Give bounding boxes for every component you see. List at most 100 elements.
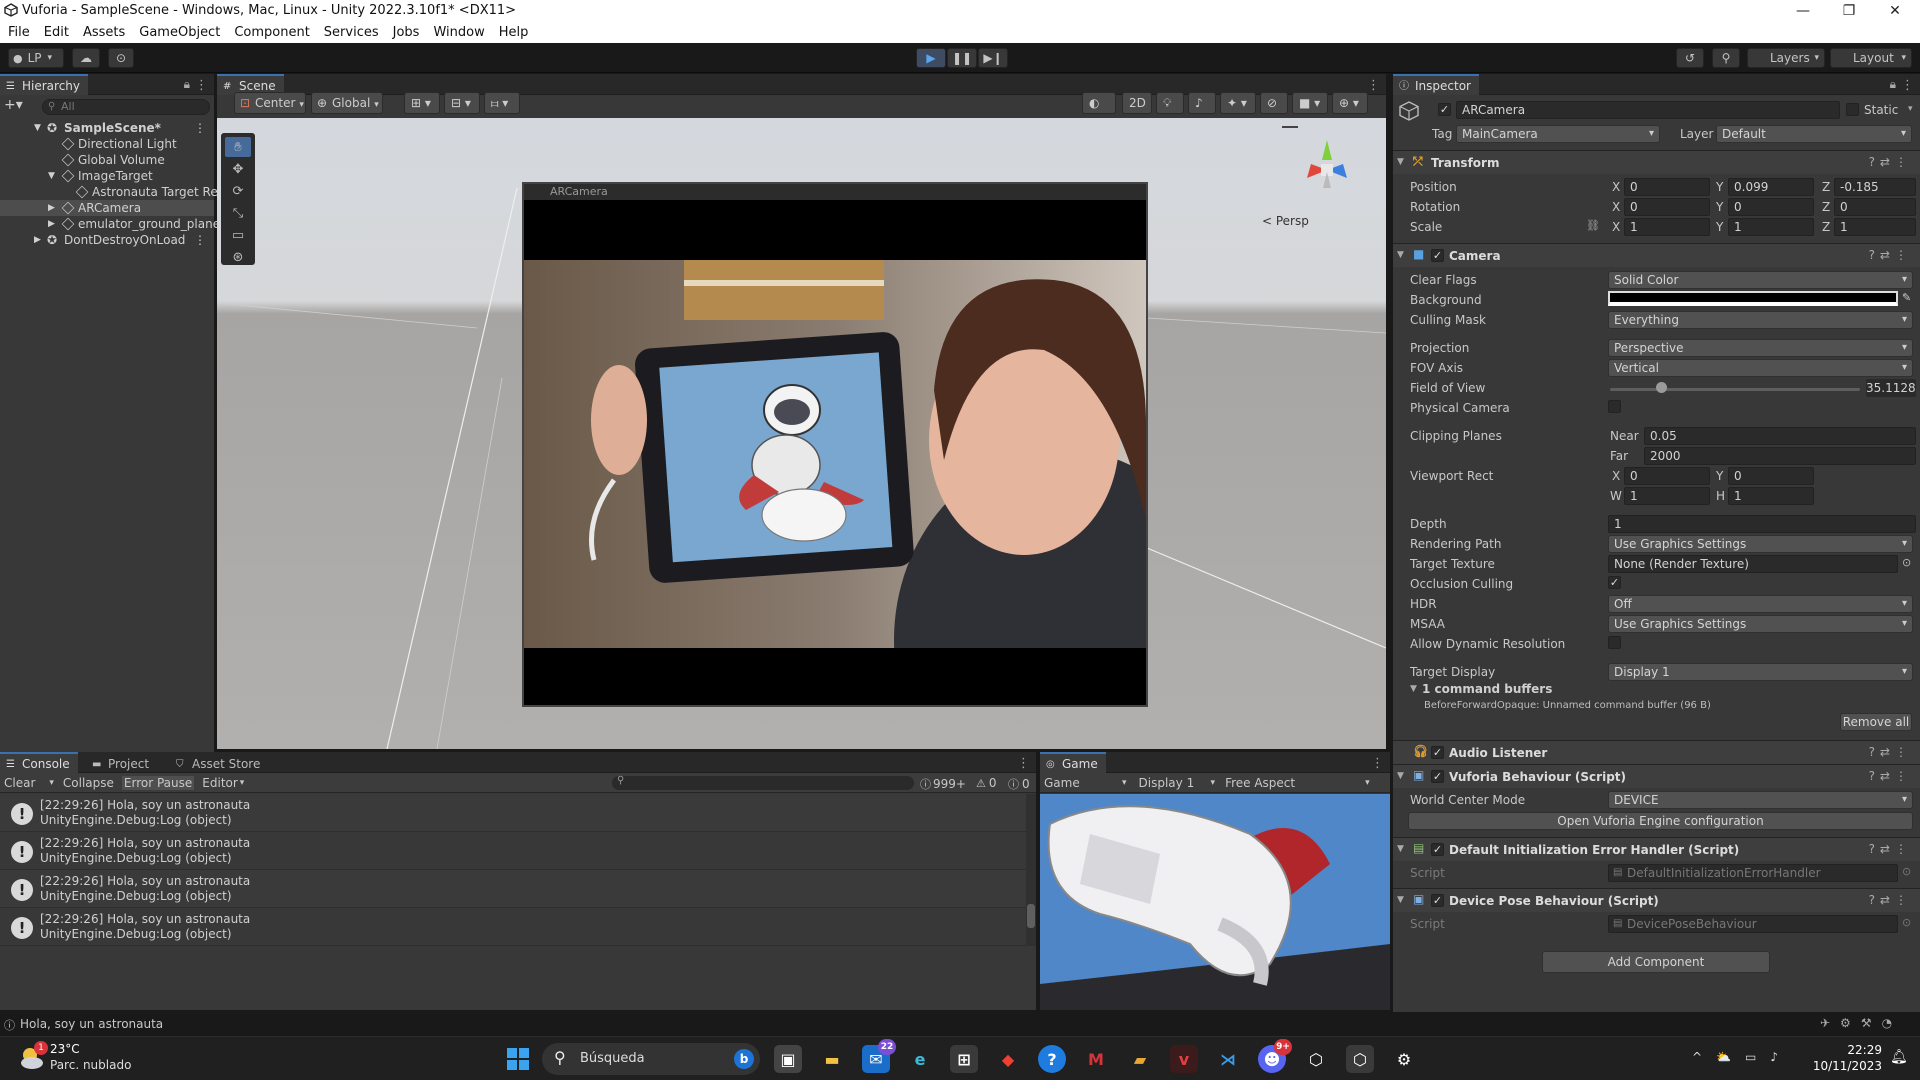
clear-options-icon[interactable]: ▾ bbox=[49, 778, 54, 788]
hierarchy-item-emulator-ground-plane[interactable]: ▶ emulator_ground_plane bbox=[0, 216, 220, 232]
toggle-2d-button[interactable]: 2D bbox=[1122, 92, 1152, 114]
camera-component-header[interactable]: ▼ ■ ✓ Camera ?⇄⋮ bbox=[1393, 243, 1920, 267]
static-checkbox[interactable] bbox=[1846, 103, 1859, 116]
aspect-dropdown[interactable]: Free Aspect bbox=[1225, 776, 1365, 790]
scale-x-field[interactable]: 1 bbox=[1624, 218, 1710, 236]
display-dropdown[interactable]: Display 1 bbox=[1139, 776, 1211, 790]
hierarchy-item-global-volume[interactable]: Global Volume bbox=[0, 152, 214, 168]
grid-snap-icon[interactable]: ⊞ ▾ bbox=[404, 92, 440, 114]
snap-increment-icon[interactable]: ⊟ ▾ bbox=[444, 92, 480, 114]
viewport-y-field[interactable]: 0 bbox=[1728, 467, 1814, 485]
collapse-button[interactable]: Collapse bbox=[63, 776, 114, 790]
fov-value-field[interactable]: 35.1128 bbox=[1866, 379, 1916, 397]
hierarchy-search-input[interactable]: ⚲ All bbox=[42, 99, 210, 115]
position-z-field[interactable]: -0.185 bbox=[1834, 178, 1916, 196]
app-lightroom-icon[interactable]: ▰ bbox=[1126, 1045, 1154, 1073]
menu-assets[interactable]: Assets bbox=[83, 22, 125, 43]
add-component-button[interactable]: Add Component bbox=[1542, 951, 1770, 973]
gizmo-lock-icon[interactable] bbox=[1282, 126, 1298, 128]
clock-date[interactable]: 10/11/2023 bbox=[1802, 1059, 1882, 1073]
msaa-dropdown[interactable]: Use Graphics Settings bbox=[1608, 615, 1913, 633]
physical-camera-checkbox[interactable] bbox=[1608, 400, 1621, 413]
rotation-x-field[interactable]: 0 bbox=[1624, 198, 1710, 216]
occlusion-culling-checkbox[interactable]: ✓ bbox=[1608, 576, 1621, 589]
position-x-field[interactable]: 0 bbox=[1624, 178, 1710, 196]
component-actions-icon[interactable]: ?⇄⋮ bbox=[1869, 842, 1912, 856]
persp-label[interactable]: < Persp bbox=[1262, 214, 1309, 228]
clock-time[interactable]: 22:29 bbox=[1822, 1043, 1882, 1057]
component-actions-icon[interactable]: ?⇄⋮ bbox=[1869, 155, 1912, 169]
status-message[interactable]: Hola, soy un astronauta bbox=[20, 1017, 163, 1031]
open-vuforia-config-button[interactable]: Open Vuforia Engine configuration bbox=[1408, 812, 1913, 830]
far-field[interactable]: 2000 bbox=[1644, 447, 1916, 465]
app-red-diamond-icon[interactable]: ◆ bbox=[994, 1045, 1022, 1073]
remove-all-button[interactable]: Remove all bbox=[1840, 713, 1912, 731]
file-explorer-icon[interactable]: ▬ bbox=[818, 1045, 846, 1073]
console-search-input[interactable]: ⚲ bbox=[612, 775, 914, 790]
menu-window[interactable]: Window bbox=[433, 22, 484, 43]
hierarchy-item-dontdestroyonload[interactable]: ▶ ✪ DontDestroyOnLoad ⋮ bbox=[0, 232, 214, 248]
link-icon[interactable]: ⛓ bbox=[1586, 219, 1600, 232]
component-actions-icon[interactable]: ?⇄⋮ bbox=[1869, 769, 1912, 783]
eyedropper-icon[interactable]: ✎ bbox=[1902, 291, 1911, 304]
scale-tool-icon[interactable]: ⤡ bbox=[225, 203, 251, 223]
error-count-toggle[interactable]: ⓘ 0 bbox=[1008, 776, 1030, 792]
static-dropdown-icon[interactable]: ▾ bbox=[1908, 104, 1913, 114]
more-icon[interactable]: ⋮ bbox=[195, 78, 208, 93]
close-button[interactable]: ✕ bbox=[1872, 0, 1918, 22]
vscode-icon[interactable]: ⋊ bbox=[1214, 1045, 1242, 1073]
rect-tool-icon[interactable]: ▭ bbox=[225, 225, 251, 245]
scale-z-field[interactable]: 1 bbox=[1834, 218, 1916, 236]
notification-bell-icon[interactable]: 🔔︎ bbox=[1890, 1049, 1908, 1065]
fov-slider-handle[interactable] bbox=[1656, 382, 1667, 393]
hierarchy-item-directional-light[interactable]: Directional Light bbox=[0, 136, 214, 152]
lock-icon[interactable]: 🔒︎ bbox=[184, 77, 190, 92]
layers-dropdown[interactable]: Layers ▾ bbox=[1747, 48, 1825, 68]
component-actions-icon[interactable]: ?⇄⋮ bbox=[1869, 745, 1912, 759]
move-tool-icon[interactable]: ✥ bbox=[225, 159, 251, 179]
transform-tool-icon[interactable]: ⊛ bbox=[225, 247, 251, 267]
task-view-icon[interactable]: ▣ bbox=[774, 1045, 802, 1073]
minimize-button[interactable]: — bbox=[1780, 0, 1826, 22]
settings-gear-icon[interactable]: ⚙ bbox=[1390, 1045, 1418, 1073]
transform-component-header[interactable]: ▼ ⤱ Transform ?⇄⋮ bbox=[1393, 150, 1920, 174]
more-icon[interactable]: ⋮ bbox=[194, 120, 206, 136]
target-texture-field[interactable]: None (Render Texture) bbox=[1608, 555, 1898, 573]
object-picker-icon[interactable]: ⊙ bbox=[1902, 865, 1911, 878]
hierarchy-item-samplescene[interactable]: ▼ ✪ SampleScene* ⋮ bbox=[0, 120, 214, 136]
menu-help[interactable]: Help bbox=[499, 22, 529, 43]
dynamic-resolution-checkbox[interactable] bbox=[1608, 636, 1621, 649]
device-pose-script-field[interactable]: ▤ DevicePoseBehaviour bbox=[1608, 915, 1898, 933]
world-center-mode-dropdown[interactable]: DEVICE bbox=[1608, 791, 1913, 809]
more-icon[interactable]: ⋮ bbox=[194, 232, 206, 248]
camera-enabled-checkbox[interactable]: ✓ bbox=[1431, 249, 1444, 262]
tab-game[interactable]: ◎ Game bbox=[1040, 752, 1106, 773]
help-icon[interactable]: ? bbox=[1038, 1045, 1066, 1073]
audio-listener-enabled-checkbox[interactable]: ✓ bbox=[1431, 746, 1444, 759]
unity-editor-icon[interactable]: ⬡ bbox=[1346, 1045, 1374, 1073]
menu-services[interactable]: Services bbox=[324, 22, 379, 43]
align-icon[interactable]: ⧦ ▾ bbox=[484, 92, 520, 114]
viewport-w-field[interactable]: 1 bbox=[1624, 487, 1710, 505]
fov-slider-track[interactable] bbox=[1610, 388, 1860, 391]
rotate-tool-icon[interactable]: ⟳ bbox=[225, 181, 251, 201]
scale-y-field[interactable]: 1 bbox=[1728, 218, 1814, 236]
menu-gameobject[interactable]: GameObject bbox=[139, 22, 220, 43]
scrollbar-thumb[interactable] bbox=[1027, 904, 1035, 928]
more-icon[interactable]: ⋮ bbox=[1017, 756, 1030, 771]
layer-dropdown[interactable]: Default bbox=[1716, 125, 1912, 143]
rendering-path-dropdown[interactable]: Use Graphics Settings bbox=[1608, 535, 1913, 553]
tab-console[interactable]: ☰ Console bbox=[0, 752, 78, 773]
viewport-h-field[interactable]: 1 bbox=[1728, 487, 1814, 505]
component-actions-icon[interactable]: ?⇄⋮ bbox=[1869, 893, 1912, 907]
console-scrollbar[interactable] bbox=[1026, 794, 1036, 946]
orientation-gizmo-icon[interactable] bbox=[1287, 130, 1367, 210]
more-icon[interactable]: ⋮ bbox=[1901, 78, 1914, 93]
app-v-icon[interactable]: v bbox=[1170, 1045, 1198, 1073]
fov-axis-dropdown[interactable]: Vertical bbox=[1608, 359, 1913, 377]
lighting-icon[interactable]: 💡︎ bbox=[1156, 92, 1184, 114]
device-pose-header[interactable]: ▼ ▣ ✓ Device Pose Behaviour (Script) ?⇄⋮ bbox=[1393, 888, 1920, 912]
tab-project[interactable]: ▬ Project bbox=[86, 752, 157, 773]
more-icon[interactable]: ⋮ bbox=[1367, 78, 1380, 93]
tab-hierarchy[interactable]: ☰ Hierarchy bbox=[0, 74, 89, 95]
